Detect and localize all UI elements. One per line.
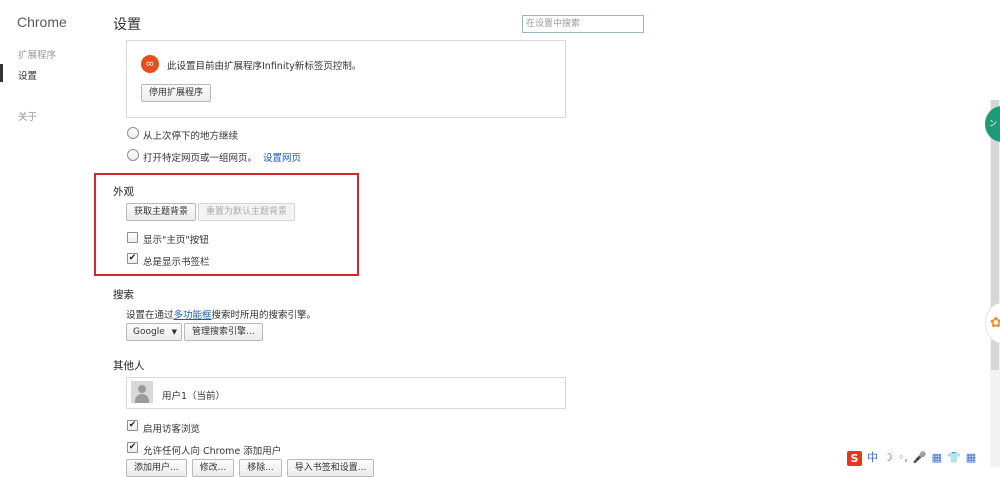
disable-extension-button[interactable]: 停用扩展程序 [141,84,212,102]
chevron-down-icon: ▼ [171,328,177,336]
ime-moon-icon[interactable]: ☽ [883,450,893,466]
floating-assistant-icon[interactable]: ン [985,106,1000,142]
people-button-row: 添加用户... 修改... 移除... 导入书签和设置... [126,459,375,477]
infinity-extension-icon: ∞ [141,55,159,73]
allow-add-user-label: 允许任何人向 Chrome 添加用户 [143,446,282,457]
show-bookmarks-bar-checkbox[interactable]: ✔ [127,253,138,264]
manage-search-engines-button[interactable]: 管理搜索引擎... [184,323,263,341]
radio-open-pages-label: 打开特定网页或一组网页。 设置网页 [143,150,301,164]
search-section-title: 搜索 [113,289,134,301]
show-bookmarks-bar-label: 总是显示书签栏 [143,257,210,268]
omnibox-link[interactable]: 多功能框 [174,310,212,321]
set-pages-link[interactable]: 设置网页 [263,153,301,164]
add-user-button[interactable]: 添加用户... [126,459,187,477]
remove-user-button[interactable]: 移除... [239,459,282,477]
radio-open-specific-pages[interactable] [127,149,139,161]
people-section-title: 其他人 [113,360,145,372]
ime-toolbar: S 中 ☽ ◦, 🎤 ▦ 👕 ▦ [847,450,976,466]
guest-browsing-checkbox[interactable]: ✔ [127,420,138,431]
search-description-pre: 设置在通过 [126,310,174,321]
sidebar-active-indicator [0,64,3,82]
search-description: 设置在通过多功能框搜索时所用的搜索引擎。 [126,307,316,321]
page-title: 设置 [113,17,141,33]
appearance-section-title: 外观 [113,186,134,198]
extension-notice-text: 此设置目前由扩展程序Infinity新标签页控制。 [167,61,362,72]
ime-keyboard-icon[interactable]: ▦ [932,450,942,466]
ime-chinese-mode-icon[interactable]: 中 [867,450,878,466]
radio-open-pages-text: 打开特定网页或一组网页。 [143,153,258,164]
sidebar-item-extensions[interactable]: 扩展程序 [18,47,56,61]
search-description-post: 搜索时所用的搜索引擎。 [211,310,317,321]
search-engine-select[interactable]: Google ▼ [126,323,182,341]
allow-add-user-checkbox[interactable]: ✔ [127,442,138,453]
extension-controlled-box [126,40,566,118]
ime-punctuation-icon[interactable]: ◦, [898,450,908,466]
avatar [131,381,153,403]
search-engine-value: Google [133,327,165,337]
sidebar-item-settings[interactable]: 设置 [18,68,37,82]
ime-microphone-icon[interactable]: 🎤 [913,450,927,466]
guest-browsing-label: 启用访客浏览 [143,424,201,435]
ime-skin-icon[interactable]: 👕 [947,450,961,466]
reset-theme-button[interactable]: 重置为默认主题背景 [198,203,296,221]
import-bookmarks-button[interactable]: 导入书签和设置... [286,459,375,477]
sogou-logo-icon[interactable]: S [847,450,862,466]
user-name[interactable]: 用户1（当前） [162,388,225,402]
get-themes-button[interactable]: 获取主题背景 [126,203,197,221]
show-home-button-label: 显示"主页"按钮 [143,235,209,246]
show-home-button-checkbox[interactable] [127,232,138,243]
app-title: Chrome [17,14,67,30]
search-input[interactable] [522,15,644,33]
edit-user-button[interactable]: 修改... [191,459,235,477]
floating-widget-icon[interactable]: ✿ [985,302,1000,344]
ime-toolbox-icon[interactable]: ▦ [966,450,976,466]
radio-continue-label: 从上次停下的地方继续 [143,131,239,142]
radio-continue-where-left[interactable] [127,127,139,139]
sidebar-item-about[interactable]: 关于 [18,109,37,123]
